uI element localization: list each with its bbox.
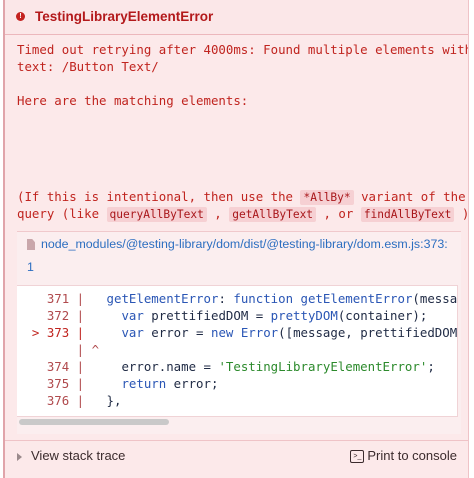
- hint-text: , or: [316, 206, 361, 221]
- code-snippet: 371 | getElementError: function getEleme…: [17, 285, 458, 417]
- hint-text: query (like: [17, 206, 107, 221]
- line-number: 375 |: [17, 376, 92, 391]
- file-path-link-cont[interactable]: 1: [27, 260, 34, 274]
- print-to-console-button[interactable]: >_ Print to console: [350, 448, 457, 464]
- error-header: ! TestingLibraryElementError: [5, 0, 468, 35]
- code-token: getElementError: [106, 291, 219, 306]
- hint-text: (If this is intentional, then use the: [17, 189, 301, 204]
- code-frame: node_modules/@testing-library/dom/dist/@…: [17, 231, 461, 434]
- hint-text: ,: [206, 206, 230, 221]
- code-token: Error: [240, 325, 279, 340]
- code-token: prettifiedDOM =: [143, 308, 271, 323]
- view-stack-trace-button[interactable]: View stack trace: [17, 448, 125, 463]
- code-line: | ^: [17, 341, 107, 358]
- code-line: 371 | getElementError: function getEleme…: [17, 290, 458, 307]
- line-number: 376 |: [17, 393, 92, 408]
- print-to-console-label: Print to console: [367, 448, 457, 463]
- code-token: 'TestingLibraryElementError': [218, 359, 428, 374]
- error-message-line: text: /Button Text/: [17, 59, 159, 74]
- hint-line: query (like queryAllByText , getAllByTex…: [17, 205, 469, 223]
- code-token: (container);: [337, 308, 428, 323]
- code-token: error;: [166, 376, 219, 391]
- line-number: | ^: [17, 342, 107, 357]
- line-number: 371 |: [17, 291, 92, 306]
- code-token: (message, c: [412, 291, 458, 306]
- inline-code: findAllByText: [360, 207, 455, 222]
- triangle-right-icon: [17, 452, 22, 461]
- line-number: > 373 |: [17, 325, 92, 340]
- code-token: },: [106, 393, 122, 408]
- code-line: 376 | },: [17, 392, 122, 409]
- error-circle-icon: !: [16, 12, 25, 21]
- hint-text: variant of the: [353, 189, 466, 204]
- code-line: 372 | var prettifiedDOM = prettyDOM(cont…: [17, 307, 428, 324]
- code-token: new: [210, 325, 234, 340]
- error-title: TestingLibraryElementError: [35, 9, 214, 24]
- inline-code: *AllBy*: [300, 190, 354, 205]
- hint-line: (If this is intentional, then use the *A…: [17, 188, 466, 206]
- line-number: 372 |: [17, 308, 92, 323]
- code-token: function: [233, 291, 294, 306]
- code-token: :: [218, 291, 234, 306]
- error-message-line: Here are the matching elements:: [17, 93, 249, 108]
- code-token: error.name =: [121, 359, 219, 374]
- code-token: var: [121, 308, 144, 323]
- terminal-icon: >_: [350, 450, 365, 464]
- error-message-line: Timed out retrying after 4000ms: Found m…: [17, 42, 469, 57]
- inline-code: getAllByText: [229, 207, 317, 222]
- hint-text: )).: [461, 206, 469, 221]
- code-token: ([message, prettifiedDOM.leng: [278, 325, 458, 340]
- file-icon: [27, 239, 35, 250]
- code-token: var: [121, 325, 144, 340]
- line-number: 374 |: [17, 359, 92, 374]
- code-line: 375 | return error;: [17, 375, 219, 392]
- code-line: 374 | error.name = 'TestingLibraryElemen…: [17, 358, 435, 375]
- horizontal-scrollbar[interactable]: [19, 419, 169, 425]
- view-stack-trace-label: View stack trace: [31, 448, 126, 463]
- code-line: > 373 | var error = new Error([message, …: [17, 324, 458, 341]
- file-path-link[interactable]: node_modules/@testing-library/dom/dist/@…: [41, 237, 448, 251]
- inline-code: queryAllByText: [106, 207, 207, 222]
- code-token: getElementError: [300, 291, 413, 306]
- code-token: prettyDOM: [270, 308, 338, 323]
- code-token: return: [121, 376, 167, 391]
- code-token: ;: [427, 359, 435, 374]
- error-panel: ! TestingLibraryElementError Timed out r…: [3, 0, 469, 478]
- divider: [5, 440, 468, 441]
- code-token: error =: [143, 325, 211, 340]
